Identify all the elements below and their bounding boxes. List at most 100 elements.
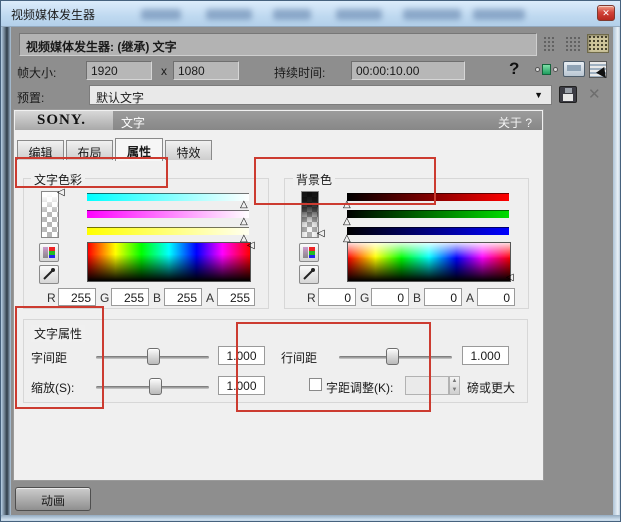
preset-label: 预置: xyxy=(17,91,45,105)
bg-green-slider-icon[interactable]: △ xyxy=(343,217,351,227)
green-slider-icon[interactable]: △ xyxy=(240,217,248,227)
kerning-checkbox[interactable] xyxy=(309,378,322,391)
palette-blue xyxy=(49,255,55,258)
view-compact-icon[interactable] xyxy=(543,36,556,52)
text-alpha-bar[interactable] xyxy=(41,191,59,238)
b-label: B xyxy=(413,291,422,305)
animate-button[interactable]: 动画 xyxy=(15,487,91,511)
a-label: A xyxy=(466,291,475,305)
tracking-value-field[interactable]: 1.000 xyxy=(218,346,265,365)
times-label: x xyxy=(161,64,167,78)
palette-icon[interactable] xyxy=(39,243,59,262)
plug-node-left xyxy=(535,67,540,72)
text-properties-label: 文字属性 xyxy=(31,325,86,342)
save-preset-icon[interactable] xyxy=(559,86,577,103)
window-border-bottom xyxy=(1,515,620,521)
eyedropper-icon[interactable] xyxy=(39,265,59,284)
kerning-label: 字距调整(K): xyxy=(326,381,394,395)
bg-red-slider-icon[interactable]: △ xyxy=(343,200,351,210)
tab-edit[interactable]: 编辑 xyxy=(17,140,64,160)
tab-properties[interactable]: 属性 xyxy=(115,138,163,161)
text-g-field[interactable]: 255 xyxy=(111,288,149,306)
frame-height-field[interactable]: 1080 xyxy=(173,61,239,80)
plug-body xyxy=(542,64,551,75)
leading-slider-handle[interactable] xyxy=(386,348,399,365)
frame-width-field[interactable]: 1920 xyxy=(86,61,152,80)
spin-down-icon[interactable]: ▼ xyxy=(450,386,459,395)
background-blur xyxy=(141,9,181,20)
spin-up-icon[interactable]: ▲ xyxy=(450,377,459,386)
palette-swatch xyxy=(303,247,308,258)
text-color-label: 文字色彩 xyxy=(31,171,86,188)
bg-r-field[interactable]: 0 xyxy=(318,288,356,306)
sony-logo: SONY. xyxy=(15,111,113,130)
bg-spectrum-cursor-icon[interactable]: ◁ xyxy=(506,273,514,283)
preview-monitor-icon[interactable] xyxy=(563,61,585,77)
kerning-value-field[interactable] xyxy=(405,376,449,395)
text-green-channel-bar[interactable] xyxy=(87,210,249,218)
plugin-name: 文字 xyxy=(121,116,146,130)
cursor-arrow xyxy=(596,67,610,81)
bg-alpha-slider-icon[interactable]: ◁ xyxy=(317,229,325,239)
leading-label: 行间距 xyxy=(281,351,318,365)
preset-value: 默认文字 xyxy=(96,91,145,105)
plug-node-right xyxy=(553,67,558,72)
chevron-down-icon: ▼ xyxy=(534,90,543,100)
bg-eyedropper-icon[interactable] xyxy=(299,265,319,284)
edit-selection-icon[interactable] xyxy=(589,61,610,81)
alpha-slider-icon[interactable]: ◁ xyxy=(57,188,65,198)
r-label: R xyxy=(307,291,316,305)
bg-color-spectrum[interactable] xyxy=(347,242,511,282)
palette-swatch xyxy=(43,247,48,258)
scale-label: 缩放(S): xyxy=(31,381,75,395)
bg-blue-channel-bar[interactable] xyxy=(347,227,509,235)
kerning-spinner[interactable]: ▲ ▼ xyxy=(449,376,460,395)
bg-palette-icon[interactable] xyxy=(299,243,319,262)
a-label: A xyxy=(206,291,215,305)
red-slider-icon[interactable]: △ xyxy=(240,200,248,210)
plugin-title-bar: SONY. 文字 关于 ? xyxy=(15,111,542,130)
bg-blue-slider-icon[interactable]: △ xyxy=(343,234,351,244)
background-color-label: 背景色 xyxy=(293,171,336,188)
spectrum-cursor-icon[interactable]: ◁ xyxy=(247,241,255,251)
view-grid-icon[interactable] xyxy=(587,34,609,53)
tracking-slider-handle[interactable] xyxy=(147,348,160,365)
frame-size-label: 帧大小: xyxy=(17,66,57,80)
close-icon[interactable]: ✕ xyxy=(597,5,615,21)
bg-b-field[interactable]: 0 xyxy=(424,288,462,306)
text-r-field[interactable]: 255 xyxy=(58,288,96,306)
background-blur xyxy=(403,9,461,20)
background-blur xyxy=(273,9,311,20)
palette-blue xyxy=(309,255,315,258)
background-blur xyxy=(206,9,252,20)
scale-value-field[interactable]: 1.000 xyxy=(218,376,265,395)
plugin-chain-icon[interactable] xyxy=(535,64,559,76)
text-blue-channel-bar[interactable] xyxy=(87,227,249,235)
leading-value-field[interactable]: 1.000 xyxy=(462,346,509,365)
bg-green-channel-bar[interactable] xyxy=(347,210,509,218)
r-label: R xyxy=(47,291,56,305)
bg-g-field[interactable]: 0 xyxy=(371,288,409,306)
tab-layout[interactable]: 布局 xyxy=(66,140,113,160)
background-blur xyxy=(336,9,382,20)
help-icon[interactable]: ? xyxy=(509,59,519,79)
title-bar[interactable]: 视频媒体发生器 ✕ xyxy=(1,1,620,27)
view-list-icon[interactable] xyxy=(565,36,580,52)
tracking-label: 字间距 xyxy=(31,351,68,365)
kerning-suffix-label: 磅或更大 xyxy=(467,381,516,395)
text-a-field[interactable]: 255 xyxy=(217,288,255,306)
duration-field[interactable]: 00:00:10.00 xyxy=(351,61,465,80)
g-label: G xyxy=(100,291,110,305)
text-color-spectrum[interactable] xyxy=(87,242,251,282)
background-blur xyxy=(473,9,525,20)
delete-preset-icon[interactable]: ✕ xyxy=(588,85,601,103)
duration-label: 持续时间: xyxy=(274,66,326,80)
scale-slider-handle[interactable] xyxy=(149,378,162,395)
text-red-channel-bar[interactable] xyxy=(87,193,249,201)
bg-a-field[interactable]: 0 xyxy=(477,288,515,306)
preset-dropdown[interactable]: 默认文字 ▼ xyxy=(89,85,552,105)
bg-red-channel-bar[interactable] xyxy=(347,193,509,201)
text-b-field[interactable]: 255 xyxy=(164,288,202,306)
tab-effects[interactable]: 特效 xyxy=(165,140,212,160)
about-link[interactable]: 关于 ? xyxy=(498,114,532,131)
